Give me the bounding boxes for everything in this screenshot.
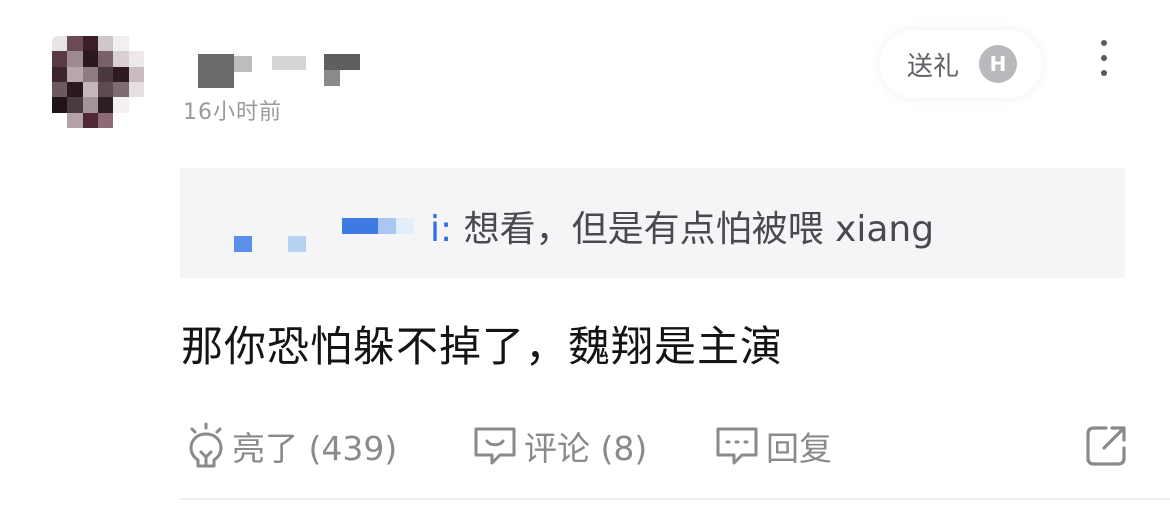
lightbulb-icon (189, 422, 223, 468)
like-button[interactable]: 亮了 (439) (186, 418, 397, 474)
gift-button[interactable]: 送礼 H (880, 30, 1042, 98)
quoted-text: 想看，但是有点怕被喂 xiang (463, 209, 935, 250)
gift-label: 送礼 (907, 51, 960, 82)
timestamp: 16小时前 (183, 100, 282, 125)
comment-button[interactable]: 评论 (8) (472, 418, 647, 474)
reply-label: 回复 (766, 429, 832, 468)
action-bar: 亮了 (439) 评论 (8) 回复 (0, 418, 1170, 478)
reply-text: 那你恐怕躲不掉了，魏翔是主演 (181, 322, 784, 371)
quoted-text-line: i: 想看，但是有点怕被喂 xiang (430, 200, 934, 252)
like-label: 亮了 (439) (232, 429, 398, 468)
more-icon[interactable] (1086, 38, 1122, 78)
divider (180, 498, 1170, 500)
quoted-comment[interactable]: i: 想看，但是有点怕被喂 xiang (180, 168, 1125, 278)
reply-button[interactable]: 回复 (714, 418, 832, 474)
comment-icon (474, 427, 516, 465)
share-icon[interactable] (1082, 422, 1130, 470)
quoted-username-suffix[interactable]: i: (430, 209, 452, 250)
comment-label: 评论 (8) (524, 429, 648, 468)
coin-icon: H (979, 45, 1018, 83)
avatar[interactable] (52, 36, 144, 128)
username[interactable] (198, 52, 363, 88)
reply-icon (716, 427, 758, 465)
quoted-username[interactable] (220, 208, 430, 253)
